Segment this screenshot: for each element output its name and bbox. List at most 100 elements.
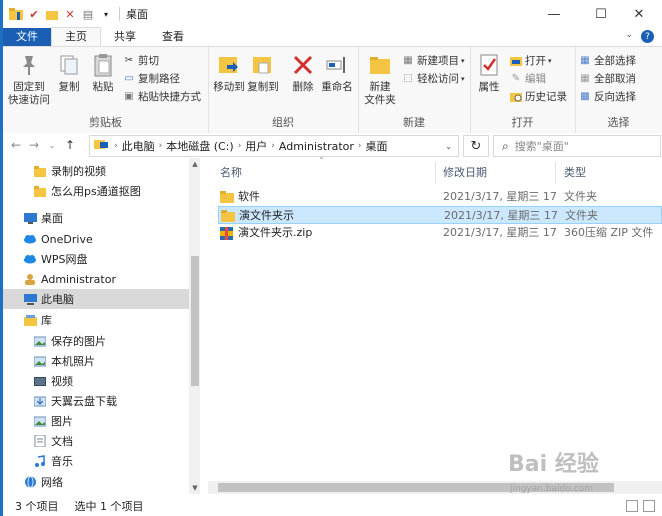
file-date: 2021/3/17, 星期三 17... [444,209,559,222]
scroll-up-icon[interactable]: ▲ [189,160,200,168]
scroll-down-icon[interactable]: ▼ [189,484,200,492]
column-divider[interactable] [435,162,436,184]
breadcrumb-desktop[interactable]: 桌面 [366,138,388,154]
nav-item[interactable]: 库 [3,310,189,330]
video-icon [33,374,47,388]
breadcrumb-administrator[interactable]: Administrator [279,140,354,153]
nav-item[interactable]: Administrator [3,269,189,289]
back-arrow-icon[interactable]: ← [7,138,25,152]
recent-locations-icon[interactable]: ⌄ [43,141,61,150]
nav-item[interactable]: 保存的图片 [3,331,189,351]
copy-icon [55,51,83,79]
breadcrumb-local-disk[interactable]: 本地磁盘 (C:) [166,138,233,154]
file-row[interactable]: 演文件夹示 2021/3/17, 星期三 17... 文件夹 [218,206,662,224]
chevron-down-icon[interactable]: ▾ [99,7,113,21]
history-button[interactable]: 历史记录 [510,89,567,104]
nav-item[interactable]: OneDrive [3,229,189,249]
nav-item[interactable]: 录制的视频 [3,161,189,181]
new-folder-icon[interactable] [45,7,59,21]
nav-item[interactable]: 怎么用ps通道抠图 [3,181,189,201]
chevron-down-icon: ▾ [548,56,552,65]
nav-item[interactable]: 此电脑 [3,289,189,309]
search-input[interactable]: 搜索"桌面" [515,138,569,154]
new-folder-button[interactable]: 新建 文件夹 [362,51,398,107]
nav-item[interactable]: 文档 [3,431,189,451]
close-button[interactable]: ✕ [616,0,662,28]
pin-icon [15,51,43,79]
chevron-right-icon: › [237,141,242,151]
properties-button[interactable]: 属性 [474,51,504,94]
forward-arrow-icon[interactable]: → [25,138,43,152]
delete-label: 删除 [292,81,314,93]
invert-selection-icon: ▩ [580,91,590,102]
open-button[interactable]: 打开 ▾ [510,53,552,68]
cut-label: 剪切 [138,55,159,67]
tab-share[interactable]: 共享 [101,28,149,46]
column-divider[interactable] [555,162,556,184]
file-row[interactable]: 软件 2021/3/17, 星期三 17... 文件夹 [218,188,662,206]
easy-access-button[interactable]: ⬚ 轻松访问 ▾ [402,71,464,86]
details-view-button[interactable] [626,500,638,512]
tab-file[interactable]: 文件 [3,28,51,46]
nav-item-label: 怎么用ps通道抠图 [51,185,141,198]
nav-item[interactable]: 本机照片 [3,351,189,371]
nav-item[interactable]: 图片 [3,411,189,431]
nav-item[interactable]: 音乐 [3,451,189,471]
select-all-button[interactable]: ▦ 全部选择 [579,53,636,68]
rename-icon[interactable]: ▤ [81,7,95,21]
breadcrumb-users[interactable]: 用户 [245,138,267,154]
column-name-label: 名称 [220,166,242,179]
chevron-down-icon[interactable]: ⌄ [445,142,452,151]
chevron-down-icon[interactable]: ⌄ [625,30,633,43]
address-bar[interactable]: › 此电脑 › 本地磁盘 (C:) › 用户 › Administrator ›… [89,135,459,157]
copy-to-button[interactable]: 复制到 [246,51,280,94]
invert-selection-button[interactable]: ▩ 反向选择 [579,89,636,104]
file-row[interactable]: 演文件夹示.zip 2021/3/17, 星期三 17... 360压缩 ZIP 文… [218,224,662,242]
help-icon[interactable]: ? [641,30,654,43]
nav-item-label: 保存的图片 [51,335,106,348]
nav-item[interactable]: 网络 [3,472,189,492]
file-name: 演文件夹示.zip [238,226,313,239]
move-to-icon [215,51,243,79]
select-none-button[interactable]: ▦ 全部取消 [579,71,636,86]
new-folder-label: 新建 文件夹 [364,81,396,106]
status-bar: 3 个项目 选中 1 个项目 [3,496,662,516]
file-type: 360压缩 ZIP 文件 [564,226,654,239]
cut-button[interactable]: ✂ 剪切 [123,53,159,68]
delete-icon[interactable]: ✕ [63,7,77,21]
nav-scrollbar-thumb[interactable] [191,256,199,386]
up-arrow-icon[interactable]: ↑ [61,138,79,152]
tab-home[interactable]: 主页 [51,27,101,46]
edit-button[interactable]: ✎ 编辑 [510,71,546,86]
delete-button[interactable]: 删除 [288,51,318,94]
nav-item[interactable]: 视频 [3,371,189,391]
rename-button[interactable]: 重命名 [320,51,354,94]
window-title: 桌面 [126,8,148,21]
nav-item-label: 文档 [51,435,73,448]
explorer-window: ✔ ✕ ▤ ▾ 桌面 — ☐ ✕ 文件 主页 共享 查看 ⌄ ? 固定到 快速访… [3,0,662,516]
column-header-name[interactable]: 名称 [220,162,242,182]
pin-quick-access-button[interactable]: 固定到 快速访问 [7,51,51,107]
paste-button[interactable]: 粘贴 [87,51,119,94]
select-all-icon: ▦ [580,55,590,66]
nav-item[interactable]: 天翼云盘下载 [3,391,189,411]
nav-item[interactable]: WPS网盘 [3,249,189,269]
copy-path-button[interactable]: ▭ 复制路径 [123,71,180,86]
properties-check-icon[interactable]: ✔ [27,7,41,21]
nav-item[interactable]: 桌面 [3,208,189,228]
new-item-button[interactable]: ▦ 新建项目 ▾ [402,53,464,68]
scissors-icon: ✂ [124,55,134,66]
large-icons-view-button[interactable] [643,500,655,512]
search-box[interactable]: ⌕ 搜索"桌面" [493,135,661,157]
column-header-date[interactable]: 修改日期 [443,162,487,182]
refresh-button[interactable]: ↻ [463,135,489,157]
tab-view[interactable]: 查看 [149,28,197,46]
copy-button[interactable]: 复制 [53,51,85,94]
minimize-button[interactable]: — [531,0,577,28]
breadcrumb-this-pc[interactable]: 此电脑 [122,138,155,154]
column-header-type[interactable]: 类型 [564,162,586,182]
paste-shortcut-button[interactable]: ▣ 粘贴快捷方式 [123,89,201,104]
nav-scrollbar[interactable]: ▲ ▼ [189,158,200,494]
move-to-button[interactable]: 移动到 [212,51,246,94]
select-none-icon: ▦ [580,73,590,84]
